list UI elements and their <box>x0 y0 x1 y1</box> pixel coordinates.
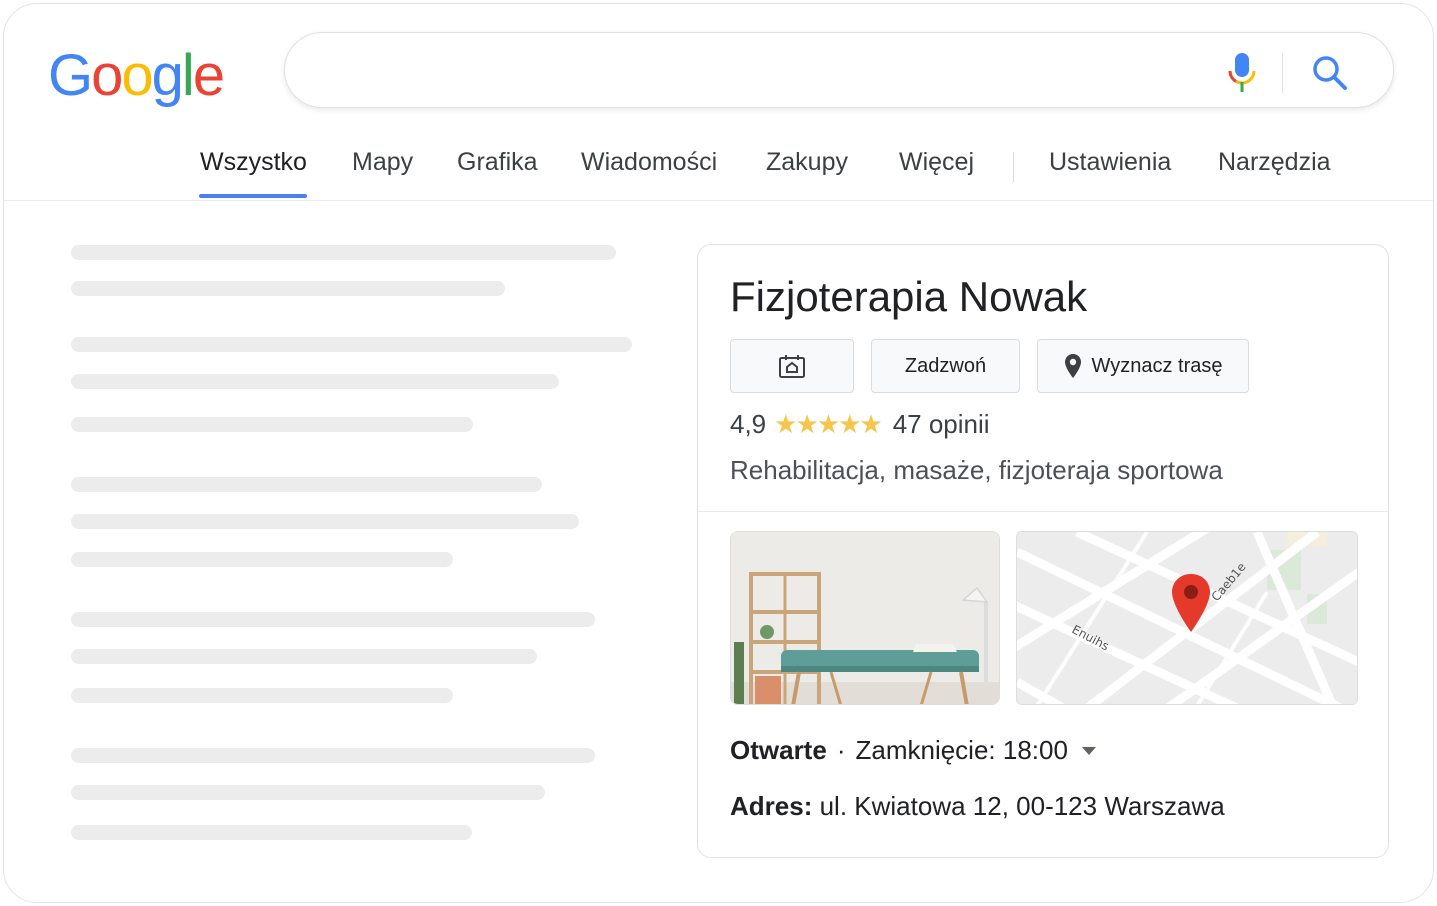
hours-separator: · <box>836 735 846 765</box>
tab-tools[interactable]: Narzędzia <box>1218 148 1331 177</box>
directions-button[interactable]: Wyznacz trasę <box>1037 339 1249 393</box>
location-map[interactable]: Enuihs Caeb1e <box>1016 531 1358 705</box>
business-name: Fizjoterapia Nowak <box>730 273 1088 320</box>
review-count[interactable]: 47 opinii <box>893 409 990 440</box>
skeleton-line <box>71 688 453 703</box>
tab-news[interactable]: Wiadomości <box>581 148 717 177</box>
tab-maps[interactable]: Mapy <box>352 148 413 177</box>
business-category: Rehabilitacja, masaże, fizjoteraja sport… <box>730 455 1223 485</box>
website-icon <box>777 352 807 380</box>
skeleton-line <box>71 417 473 432</box>
search-icon[interactable] <box>1310 53 1350 93</box>
chevron-down-icon[interactable] <box>1081 746 1096 755</box>
address-label: Adres: <box>730 791 813 821</box>
skeleton-line <box>71 281 505 296</box>
search-box[interactable] <box>284 32 1394 108</box>
skeleton-line <box>71 649 537 664</box>
business-photo[interactable] <box>730 531 1000 705</box>
search-tabs: Wszystko Mapy Grafika Wiadomości Zakupy … <box>4 144 1433 200</box>
panel-divider <box>698 511 1388 512</box>
opening-hours[interactable]: Otwarte · Zamknięcie: 18:00 <box>730 735 1096 766</box>
logo-letter: o <box>91 43 123 108</box>
browser-frame: Google Wszystko Mapy Grafika Wiadomości … <box>3 3 1434 903</box>
tab-images[interactable]: Grafika <box>457 148 538 177</box>
closing-time: Zamknięcie: 18:00 <box>855 735 1068 765</box>
rating-row[interactable]: 4,9 ★★★★★ 47 opinii <box>730 409 990 440</box>
logo-letter: o <box>121 43 153 108</box>
skeleton-line <box>71 514 579 529</box>
mic-icon[interactable] <box>1222 51 1262 95</box>
search-input[interactable] <box>315 51 1195 91</box>
skeleton-line <box>71 477 542 492</box>
call-button[interactable]: Zadzwoń <box>871 339 1020 393</box>
open-status: Otwarte <box>730 735 827 765</box>
logo-letter: e <box>192 43 225 108</box>
tab-all[interactable]: Wszystko <box>200 148 307 177</box>
active-tab-indicator <box>199 194 307 198</box>
skeleton-line <box>71 374 559 389</box>
search-divider <box>1282 53 1283 93</box>
star-rating-icon: ★★★★★ <box>774 409 883 439</box>
skeleton-line <box>71 552 453 567</box>
website-button[interactable] <box>730 339 854 393</box>
logo-letter: l <box>181 43 195 108</box>
tab-separator <box>1013 152 1014 182</box>
tab-settings[interactable]: Ustawienia <box>1049 148 1171 177</box>
logo-letter: g <box>151 43 184 108</box>
skeleton-line <box>71 337 632 352</box>
rating-value: 4,9 <box>730 409 767 439</box>
header-divider <box>4 200 1433 201</box>
tab-more[interactable]: Więcej <box>899 148 974 177</box>
skeleton-line <box>71 825 472 840</box>
skeleton-line <box>71 245 616 260</box>
skeleton-line <box>71 612 595 627</box>
location-pin-icon <box>1064 353 1082 379</box>
skeleton-line <box>71 748 595 763</box>
directions-label: Wyznacz trasę <box>1091 354 1223 377</box>
business-profile-panel: Fizjoterapia Nowak Zadzwoń Wyznacz trasę <box>697 244 1389 858</box>
logo-letter: G <box>48 43 93 108</box>
business-address: Adres: ul. Kwiatowa 12, 00-123 Warszawa <box>730 791 1225 822</box>
tab-shopping[interactable]: Zakupy <box>766 148 848 177</box>
google-logo[interactable]: Google <box>48 42 225 109</box>
address-value: ul. Kwiatowa 12, 00-123 Warszawa <box>819 791 1225 821</box>
skeleton-line <box>71 785 545 800</box>
